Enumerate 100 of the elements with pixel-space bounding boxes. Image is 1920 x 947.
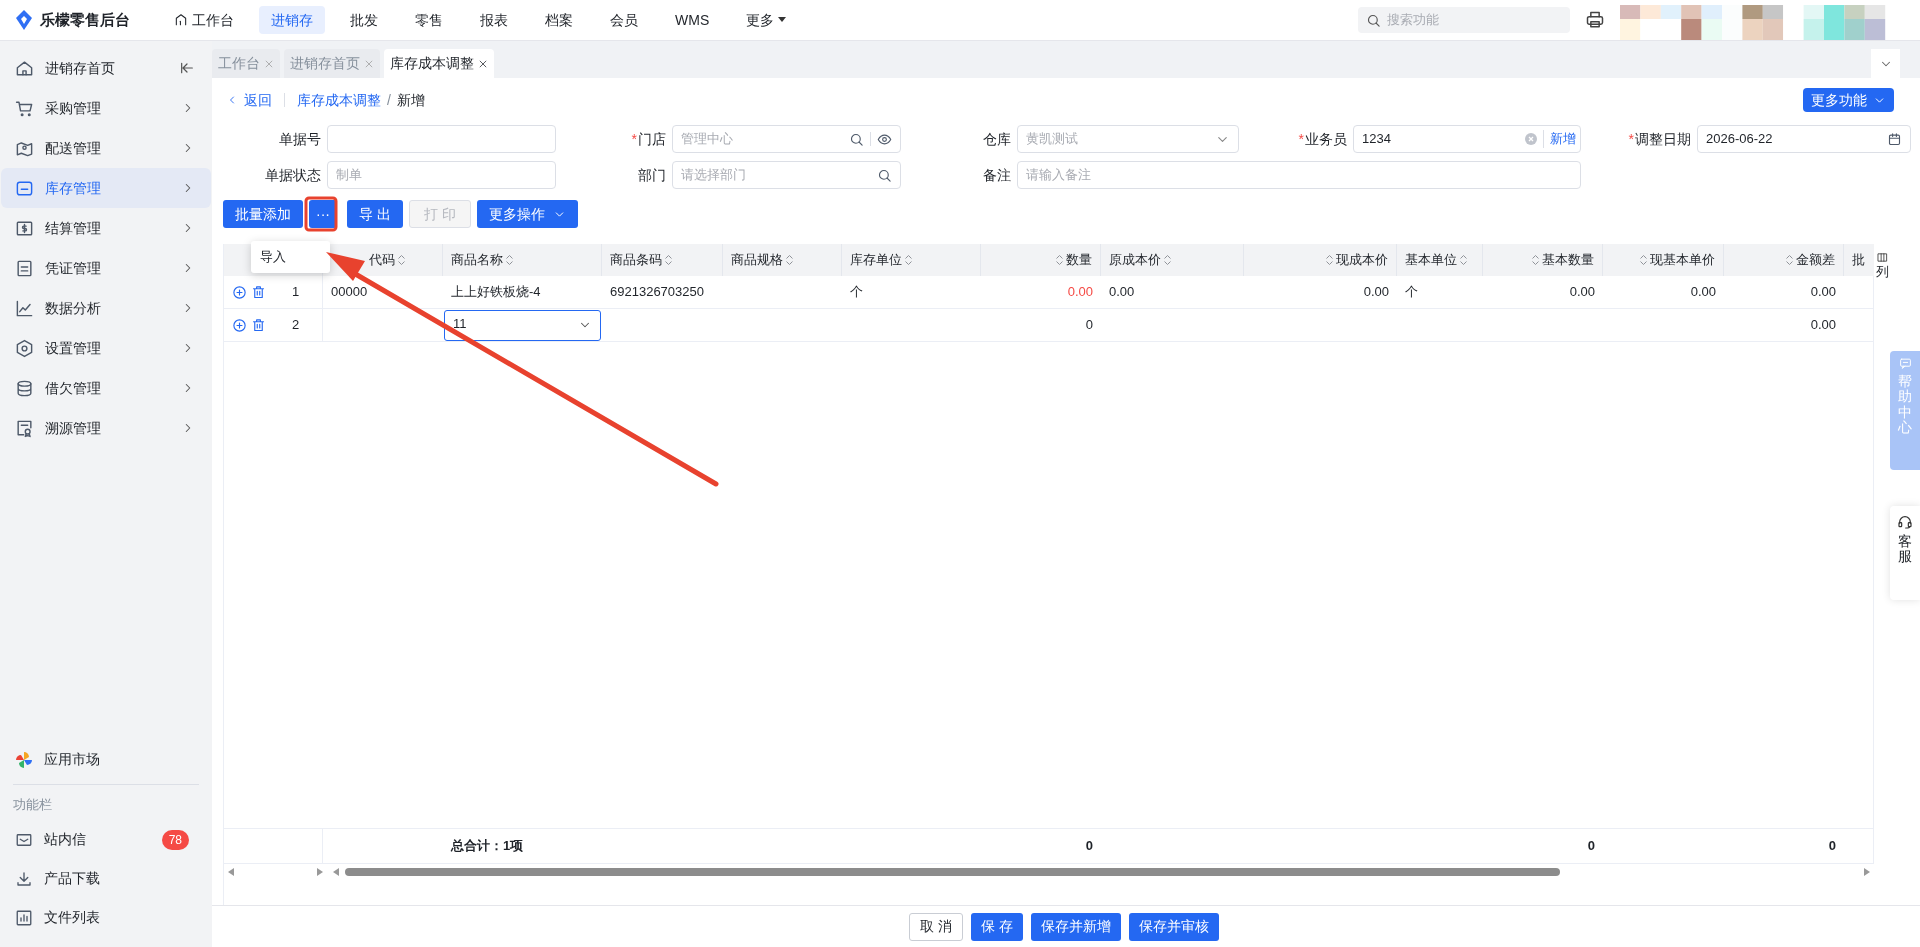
sort-icon[interactable] [1532,254,1539,266]
nav-item[interactable]: 工作台 [162,6,246,34]
printer-icon[interactable] [1585,10,1605,30]
field-label: 单据号 [279,130,321,147]
sort-icon[interactable] [1786,254,1793,266]
sidebar-item[interactable]: 产品下载 [1,859,211,898]
column-header[interactable]: 基本单位 [1405,250,1457,270]
scroll-right-icon[interactable] [1864,868,1870,876]
back-link[interactable]: 返回 [223,89,272,111]
toolbar-button[interactable]: 更多操作 [476,200,578,228]
nav-item[interactable]: 批发 [338,6,390,34]
sidebar-item[interactable]: 数据分析 [1,288,211,328]
column-header[interactable]: 商品规格 [731,250,783,270]
download-icon [15,869,33,888]
sidebar-item[interactable]: 凭证管理 [1,248,211,288]
plus-circle-icon[interactable] [232,317,247,333]
breadcrumb-separator: / [387,90,391,110]
eye-icon[interactable] [877,131,892,147]
table-cell-text: 0 [1085,316,1093,335]
table-cell-text: 0.00 [1363,283,1389,302]
trash-icon[interactable] [251,317,266,333]
sidebar-item[interactable]: 进销存首页 [1,48,211,88]
select-field[interactable]: 11 [444,309,601,341]
sort-icon[interactable] [1460,254,1467,266]
field-label: 业务员 [1305,130,1347,147]
column-header[interactable]: 基本数量 [1542,250,1594,270]
sidebar-item[interactable]: 库存管理 [1,168,211,208]
nav-item[interactable]: 零售 [403,6,455,34]
toolbar-button[interactable]: 批量添加 [223,200,303,228]
nav-item[interactable]: 进销存 [259,6,325,34]
breadcrumb-item[interactable]: 库存成本调整 [297,89,381,111]
table-cell-text: 0.00 [1569,283,1595,302]
column-header[interactable]: 商品条码 [610,250,662,270]
plus-circle-icon[interactable] [232,284,247,300]
scroll-right-icon[interactable] [317,868,323,876]
column-header[interactable]: 代码 [369,250,395,270]
nav-item[interactable]: WMS [663,6,722,34]
table-cell-text: 6921326703250 [610,283,704,302]
sort-icon[interactable] [905,254,912,266]
trash-icon[interactable] [251,284,266,300]
more-button[interactable]: ··· [309,200,337,228]
search-icon[interactable] [849,131,864,147]
scrollbar[interactable] [345,868,1560,876]
more-functions-button[interactable]: 更多功能 [1803,88,1894,112]
document-icon [15,258,34,278]
dollar-icon [15,218,34,238]
count-badge: 78 [161,829,189,850]
tab[interactable]: 库存成本调整 [384,49,494,78]
nav-item[interactable]: 报表 [468,6,520,34]
sidebar-item[interactable]: 结算管理 [1,208,211,248]
column-header[interactable]: 商品名称 [451,250,503,270]
sidebar-item[interactable]: 配送管理 [1,128,211,168]
sort-icon[interactable] [665,254,672,266]
date-field[interactable]: 2026-06-22 [1697,125,1911,153]
footer-button[interactable]: 取 消 [909,912,963,941]
add-link[interactable]: 新增 [1550,129,1576,149]
footer-button[interactable]: 保存并新增 [1030,912,1121,941]
sort-icon[interactable] [786,254,793,266]
clear-icon[interactable] [1525,133,1537,145]
customer-service-button[interactable]: 客服 [1890,506,1920,600]
sort-icon[interactable] [1640,254,1647,266]
sort-icon[interactable] [1326,254,1333,266]
table-cell-text: 0.00 [1109,283,1135,302]
calendar-icon[interactable] [1887,131,1902,147]
toolbar-button[interactable]: 导 出 [347,200,403,228]
column-header[interactable]: 现基本单价 [1650,250,1715,270]
sidebar-item[interactable]: 文件列表 [1,898,211,937]
footer-button[interactable]: 保存并审核 [1128,912,1219,941]
nav-item[interactable]: 更多 [734,6,799,34]
column-header[interactable]: 库存单位 [850,250,902,270]
sidebar-item[interactable]: 站内信 78 [1,820,211,859]
coin-stack-icon [15,378,34,398]
columns-icon[interactable] [1877,252,1888,263]
sort-icon[interactable] [1164,254,1171,266]
close-icon[interactable] [478,58,488,69]
column-header[interactable]: 数量 [1066,250,1092,270]
sidebar-item[interactable]: 应用市场 [1,741,211,778]
menu-item[interactable]: 导入 [251,243,330,271]
input-field[interactable] [327,125,556,153]
search-icon[interactable] [877,167,892,183]
column-header[interactable]: 金额差 [1796,250,1835,270]
highlight-box [304,196,338,232]
house-icon [174,13,188,27]
sort-icon[interactable] [506,254,513,266]
column-header[interactable]: 原成本价 [1109,250,1161,270]
sidebar-item[interactable]: 设置管理 [1,328,211,368]
footer-button[interactable]: 保 存 [971,912,1023,941]
scroll-left-icon[interactable] [228,868,234,876]
nav-item[interactable]: 会员 [598,6,650,34]
sidebar-item[interactable]: 借欠管理 [1,368,211,408]
column-header[interactable]: 批 [1852,250,1865,270]
nav-item[interactable]: 档案 [533,6,585,34]
sort-icon[interactable] [398,254,405,266]
scroll-left-icon[interactable] [333,868,339,876]
sidebar-item[interactable]: 采购管理 [1,88,211,128]
sidebar-item[interactable]: 溯源管理 [1,408,211,448]
column-header[interactable]: 现成本价 [1336,250,1388,270]
input-field[interactable]: 1234 新增 [1353,125,1581,153]
sort-icon[interactable] [1056,254,1063,266]
column-settings[interactable]: 列 [1876,263,1889,281]
